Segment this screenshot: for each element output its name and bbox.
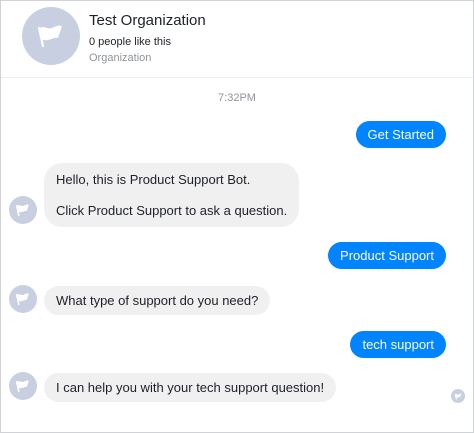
bot-message-line: Hello, this is Product Support Bot. bbox=[56, 172, 251, 187]
bot-message-bubble: I can help you with your tech support qu… bbox=[44, 373, 337, 402]
likes-count: 0 people like this bbox=[89, 36, 171, 48]
flag-icon bbox=[15, 204, 29, 217]
user-message-bubble[interactable]: tech support bbox=[350, 331, 446, 358]
messenger-window: Test Organization 0 people like this Org… bbox=[0, 0, 474, 433]
conversation-header: Test Organization 0 people like this Org… bbox=[1, 1, 473, 78]
bot-message-bubble: Hello, this is Product Support Bot. Clic… bbox=[44, 163, 300, 227]
flag-icon bbox=[454, 393, 461, 400]
seen-indicator bbox=[451, 389, 465, 403]
user-message-bubble[interactable]: Product Support bbox=[328, 242, 446, 269]
page-name[interactable]: Test Organization bbox=[89, 12, 206, 29]
message-timestamp: 7:32PM bbox=[218, 92, 256, 104]
bot-avatar bbox=[9, 372, 37, 400]
bot-avatar bbox=[9, 196, 37, 224]
flag-icon bbox=[37, 25, 62, 48]
bot-message-line: Click Product Support to ask a question. bbox=[56, 203, 288, 218]
flag-icon bbox=[15, 380, 29, 393]
page-avatar[interactable] bbox=[22, 7, 80, 65]
bot-message-bubble: What type of support do you need? bbox=[44, 286, 271, 315]
bot-avatar bbox=[9, 285, 37, 313]
flag-icon bbox=[15, 293, 29, 306]
page-category: Organization bbox=[89, 52, 152, 64]
user-message-bubble[interactable]: Get Started bbox=[355, 121, 446, 148]
